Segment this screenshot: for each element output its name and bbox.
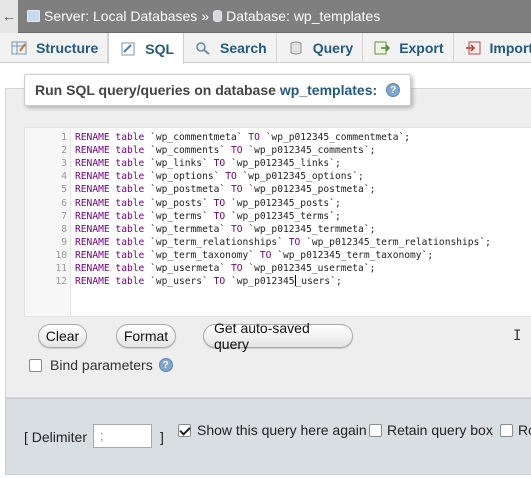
tab-structure-label: Structure	[36, 39, 99, 56]
legend-label: Run SQL query/queries on database	[35, 82, 276, 98]
tab-query-label: Query	[312, 39, 354, 56]
line-number: 3	[61, 158, 67, 170]
help-icon[interactable]: ?	[386, 83, 401, 97]
get-auto-saved-query-button[interactable]: Get auto-saved query	[203, 320, 353, 352]
help-icon[interactable]: ?	[158, 358, 173, 372]
line-number: 12	[55, 276, 67, 288]
rollback-checkbox[interactable]	[500, 424, 513, 437]
tab-export[interactable]: Export	[363, 33, 454, 62]
code-text: RENAME table `wp_term_relationships` TO …	[75, 236, 491, 248]
line-number: 11	[55, 263, 67, 274]
tab-search[interactable]: Search	[184, 33, 277, 62]
line-number: 2	[61, 145, 67, 157]
code-text: RENAME table `wp_term_taxonomy` TO `wp_p…	[75, 249, 434, 261]
bind-parameters-label[interactable]: Bind parameters	[50, 357, 153, 373]
tab-import-label: Import	[489, 39, 531, 56]
code-text: RENAME table `wp_commentmeta` TO `wp_p01…	[75, 132, 411, 143]
line-number: 10	[55, 249, 67, 261]
breadcrumb-separator: »	[201, 8, 210, 24]
tab-search-label: Search	[220, 39, 267, 56]
tab-structure[interactable]: Structure	[0, 33, 109, 62]
breadcrumb: ← Server: Local Databases » Database: wp…	[0, 0, 531, 33]
code-text: RENAME table `wp_links` TO `wp_p012345_l…	[75, 158, 341, 170]
breadcrumb-server-label[interactable]: Server: Local Databases	[44, 8, 197, 24]
show-query-label[interactable]: Show this query here again	[197, 422, 367, 438]
delimiter-label: [ Delimiter	[24, 429, 88, 445]
delimiter-input[interactable]: ;	[93, 424, 152, 448]
code-text: RENAME table `wp_users` TO `wp_p012345_u…	[75, 275, 342, 288]
bind-parameters-row: Bind parameters ?	[29, 357, 173, 373]
retain-query-box-checkbox[interactable]	[369, 424, 382, 437]
line-number: 8	[61, 223, 67, 235]
line-number: 7	[61, 210, 67, 222]
line-number: 5	[61, 184, 67, 196]
breadcrumb-database-label[interactable]: Database: wp_templates	[226, 8, 380, 24]
retain-query-box-label[interactable]: Retain query box	[387, 422, 493, 438]
breadcrumb-server[interactable]: Server: Local Databases	[27, 8, 197, 24]
legend-database-link[interactable]: wp_templates:	[280, 82, 377, 98]
tab-bar: Structure SQL Search Query Export Import	[0, 33, 531, 64]
database-icon	[213, 10, 223, 22]
clear-button[interactable]: Clear	[38, 324, 87, 348]
rollback-label-truncated[interactable]: Ro	[518, 422, 531, 438]
code-text: RENAME table `wp_terms` TO `wp_p012345_t…	[75, 210, 341, 222]
server-icon	[27, 10, 40, 22]
tab-export-label: Export	[399, 39, 444, 56]
line-number: 6	[61, 197, 67, 209]
code-text: RENAME table `wp_termmeta` TO `wp_p01234…	[75, 223, 376, 235]
line-number: 1	[61, 132, 67, 143]
breadcrumb-database[interactable]: Database: wp_templates	[213, 8, 380, 24]
text-cursor-ibeam-icon: I	[513, 328, 521, 344]
query-icon	[288, 41, 304, 55]
code-text: RENAME table `wp_comments` TO `wp_p01234…	[75, 145, 376, 157]
structure-icon	[11, 41, 27, 55]
tab-sql[interactable]: SQL	[108, 33, 185, 64]
tab-sql-label: SQL	[145, 40, 175, 57]
code-text: RENAME table `wp_options` TO `wp_p012345…	[75, 171, 364, 183]
tab-import[interactable]: Import	[454, 33, 531, 62]
line-number: 9	[61, 236, 67, 248]
search-icon	[195, 41, 211, 55]
export-icon	[374, 41, 391, 55]
code-text: RENAME table `wp_usermeta` TO `wp_p01234…	[75, 263, 376, 274]
query-box-legend: Run SQL query/queries on database wp_tem…	[24, 74, 412, 106]
show-query-checkbox[interactable]	[178, 424, 191, 437]
format-button[interactable]: Format	[116, 324, 176, 348]
bind-parameters-checkbox[interactable]	[29, 358, 42, 372]
tab-query[interactable]: Query	[277, 33, 364, 62]
code-text: RENAME table `wp_posts` TO `wp_p012345_p…	[75, 197, 341, 209]
line-number: 4	[61, 171, 67, 183]
code-text: RENAME table `wp_postmeta` TO `wp_p01234…	[75, 184, 376, 196]
delimiter-close-bracket: ]	[160, 429, 164, 445]
sql-icon	[120, 42, 136, 56]
import-icon	[465, 41, 481, 55]
sql-editor[interactable]: 1 RENAME table `wp_commentmeta` TO `wp_p0…	[24, 127, 531, 344]
back-arrow-icon[interactable]: ←	[0, 0, 18, 33]
